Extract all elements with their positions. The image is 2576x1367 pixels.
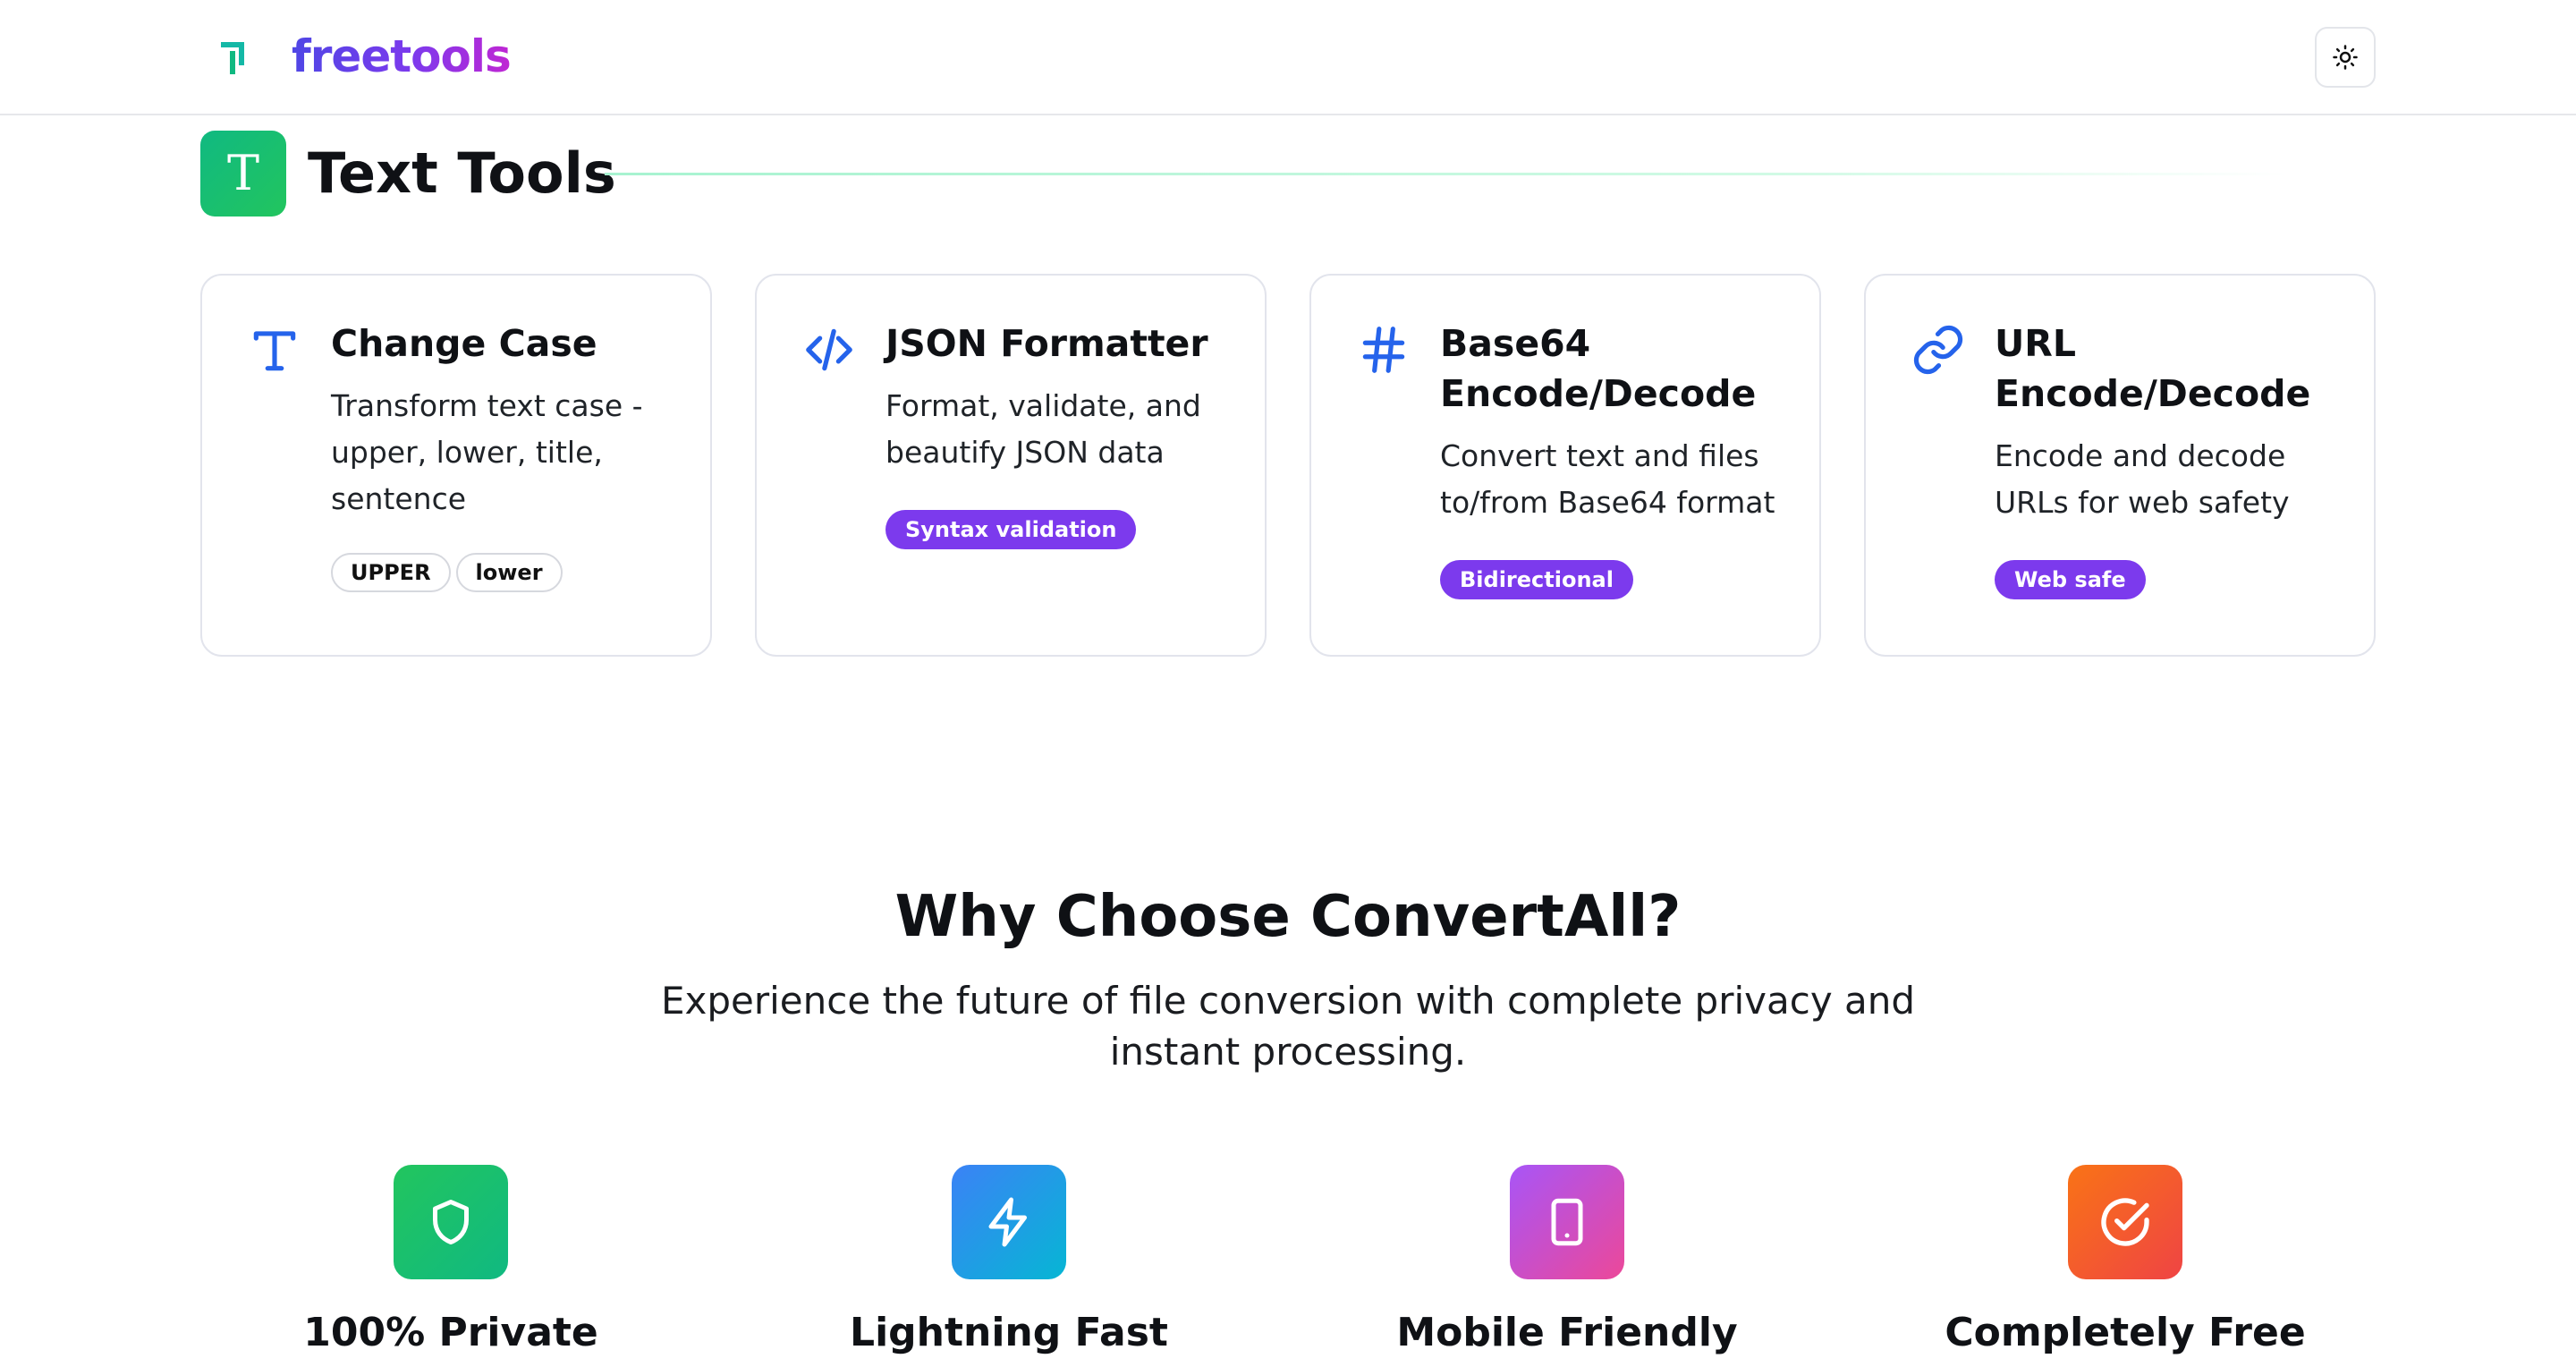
tool-card-base64[interactable]: Base64 Encode/Decode Convert text and fi… [1309,274,1821,657]
feature-icon-tile [394,1165,508,1279]
feature-icon-tile [952,1165,1066,1279]
feature-label: Completely Free [1945,1310,2306,1355]
feature-icon-tile [1510,1165,1624,1279]
mobile-icon [1551,1198,1583,1246]
hash-icon [1362,327,1405,373]
lightning-icon [988,1197,1027,1247]
card-title: Base64 Encode/Decode [1440,322,1757,415]
code-icon [806,328,852,371]
card-title: Change Case [331,322,597,365]
tool-card-change-case[interactable]: Change Case Transform text case - upper,… [200,274,712,657]
feature-badge: Web safe [1995,560,2146,599]
feature-private: 100% Private [200,1165,701,1367]
feature-badge: Bidirectional [1440,560,1633,599]
tool-card-json-formatter[interactable]: JSON Formatter Format, validate, and bea… [755,274,1267,657]
card-tags: Web safe [1995,560,2146,599]
card-tags: UPPER lower [331,553,568,592]
tag-upper: UPPER [331,553,451,592]
theme-toggle-button[interactable] [2315,27,2376,88]
text-tools-section-header: T Text Tools [200,131,2383,217]
logo-arrow-icon[interactable] [216,39,249,75]
card-description: Transform text case - upper, lower, titl… [331,388,643,516]
category-icon-letter: T [226,145,260,201]
card-title: JSON Formatter [886,322,1208,365]
text-tools-category-icon: T [200,131,286,217]
brand-logo-text[interactable]: freetools [292,25,512,88]
shield-icon [433,1200,469,1244]
feature-label: Mobile Friendly [1396,1310,1738,1355]
feature-label: Lightning Fast [850,1310,1168,1355]
card-tags: Syntax validation [886,510,1137,549]
card-description: Convert text and files to/from Base64 fo… [1440,438,1775,520]
feature-free: Completely Free [1875,1165,2376,1367]
section-divider [605,173,2286,175]
sun-icon [2333,45,2358,70]
card-description: Format, validate, and beautify JSON data [886,388,1201,470]
why-section-subtitle: Experience the future of file conversion… [660,979,1916,1074]
text-case-icon [253,331,296,371]
feature-fast: Lightning Fast [758,1165,1259,1367]
tool-card-url-encode[interactable]: URL Encode/Decode Encode and decode URLs… [1864,274,2376,657]
link-icon [1913,325,1963,375]
card-tags: Bidirectional [1440,560,1633,599]
card-description: Encode and decode URLs for web safety [1995,438,2290,520]
check-circle-icon [2101,1198,2149,1246]
top-navbar: freetools [0,0,2576,115]
why-section-title: Why Choose ConvertAll? [894,884,1682,950]
feature-mobile: Mobile Friendly [1317,1165,1818,1367]
feature-badge: Syntax validation [886,510,1137,549]
tag-lower: lower [455,553,563,592]
feature-label: 100% Private [303,1310,598,1355]
feature-icon-tile [2068,1165,2182,1279]
card-title: URL Encode/Decode [1995,322,2311,415]
section-title: Text Tools [308,140,616,206]
